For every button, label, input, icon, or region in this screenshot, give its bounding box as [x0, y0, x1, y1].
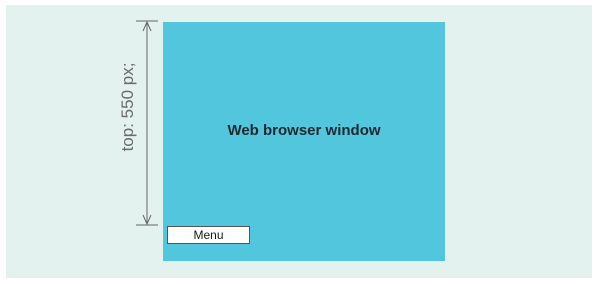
- diagram-canvas: top: 550 px; Web browser window Menu: [6, 5, 592, 278]
- browser-window-label: Web browser window: [227, 122, 381, 139]
- browser-window: Web browser window Menu: [163, 22, 445, 261]
- menu-button[interactable]: Menu: [167, 226, 250, 244]
- dimension-label: top: 550 px;: [118, 62, 137, 152]
